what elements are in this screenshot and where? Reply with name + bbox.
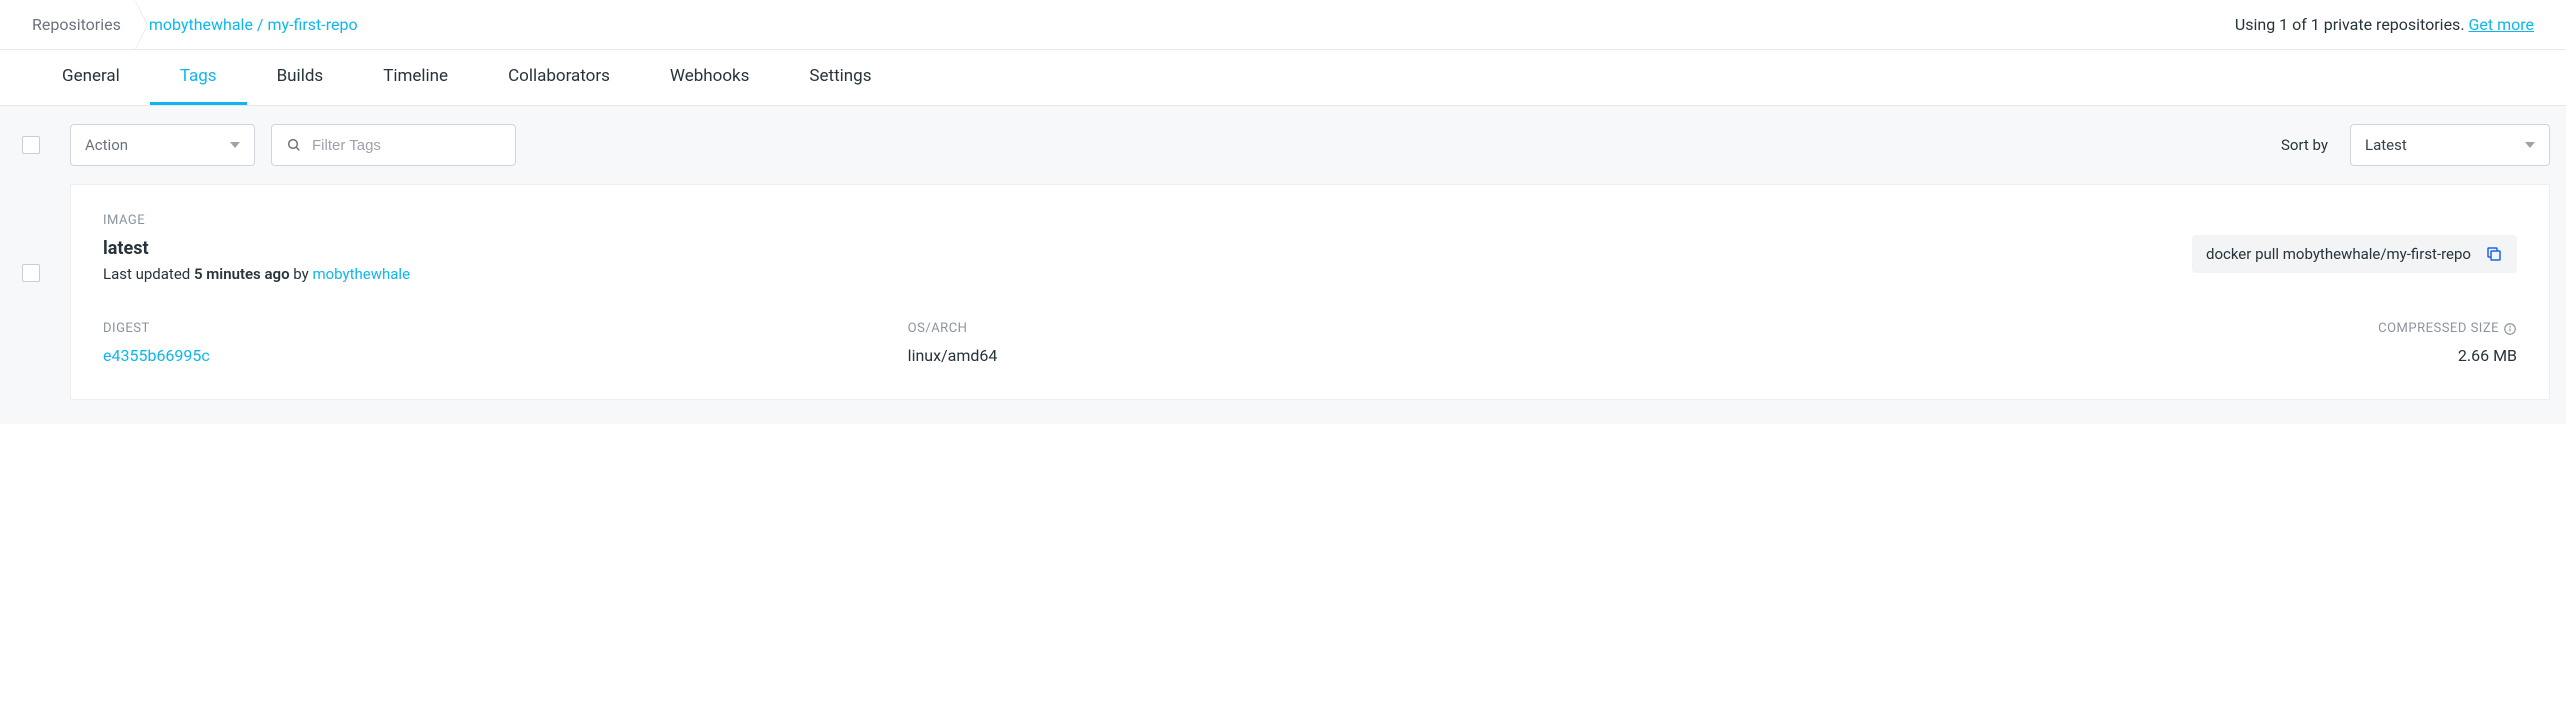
tab-timeline[interactable]: Timeline — [353, 50, 478, 105]
tab-collaborators[interactable]: Collaborators — [478, 50, 640, 105]
tab-general[interactable]: General — [32, 50, 150, 105]
repo-usage: Using 1 of 1 private repositories. Get m… — [2235, 15, 2534, 34]
get-more-link[interactable]: Get more — [2469, 15, 2535, 34]
filter-tags-input[interactable] — [312, 137, 501, 154]
digest-value[interactable]: e4355b66995c — [103, 346, 908, 365]
size-value: 2.66 MB — [1712, 346, 2517, 365]
tab-builds[interactable]: Builds — [247, 50, 354, 105]
breadcrumb-bar: Repositories mobythewhale / my-first-rep… — [0, 0, 2566, 50]
sort-by-label: Sort by — [2281, 136, 2328, 154]
tag-row: IMAGE latest Last updated 5 minutes ago … — [16, 184, 2550, 400]
breadcrumb-root[interactable]: Repositories — [32, 1, 139, 49]
image-meta: Last updated 5 minutes ago by mobythewha… — [103, 265, 410, 283]
updated-time: 5 minutes ago — [194, 265, 290, 283]
digest-label: DIGEST — [103, 321, 908, 336]
chevron-down-icon — [2525, 142, 2535, 148]
filter-tags-field[interactable] — [271, 124, 516, 166]
author-link[interactable]: mobythewhale — [312, 265, 410, 283]
image-name: latest — [103, 238, 410, 259]
chevron-down-icon — [230, 142, 240, 148]
osarch-value: linux/amd64 — [908, 346, 1713, 365]
breadcrumb-repo[interactable]: mobythewhale / my-first-repo — [139, 1, 376, 49]
osarch-column: OS/ARCH linux/amd64 — [908, 321, 1713, 365]
select-tag-checkbox[interactable] — [22, 264, 40, 282]
pull-command-text: docker pull mobythewhale/my-first-repo — [2206, 245, 2471, 263]
pull-command-box: docker pull mobythewhale/my-first-repo — [2192, 235, 2517, 273]
search-icon — [286, 137, 302, 153]
digest-column: DIGEST e4355b66995c — [103, 321, 908, 365]
tag-card: IMAGE latest Last updated 5 minutes ago … — [70, 184, 2550, 400]
select-all-checkbox[interactable] — [22, 136, 40, 154]
content-area: Action Sort by Latest IMAGE latest L — [0, 106, 2566, 424]
info-icon[interactable] — [2503, 322, 2517, 336]
copy-icon[interactable] — [2485, 245, 2503, 263]
breadcrumb-repo-name: my-first-repo — [267, 15, 357, 34]
tab-webhooks[interactable]: Webhooks — [640, 50, 780, 105]
image-header-label: IMAGE — [103, 213, 410, 228]
tab-tags[interactable]: Tags — [150, 50, 247, 105]
size-column: COMPRESSED SIZE 2.66 MB — [1712, 321, 2517, 365]
tab-settings[interactable]: Settings — [779, 50, 901, 105]
image-info: IMAGE latest Last updated 5 minutes ago … — [103, 213, 410, 283]
breadcrumb-owner: mobythewhale — [149, 15, 253, 34]
size-label: COMPRESSED SIZE — [1712, 321, 2517, 336]
action-dropdown[interactable]: Action — [70, 124, 255, 166]
sort-dropdown[interactable]: Latest — [2350, 124, 2550, 166]
toolbar: Action Sort by Latest — [16, 124, 2550, 166]
breadcrumb: Repositories mobythewhale / my-first-rep… — [32, 1, 376, 49]
tabs: General Tags Builds Timeline Collaborato… — [0, 50, 2566, 106]
osarch-label: OS/ARCH — [908, 321, 1713, 336]
